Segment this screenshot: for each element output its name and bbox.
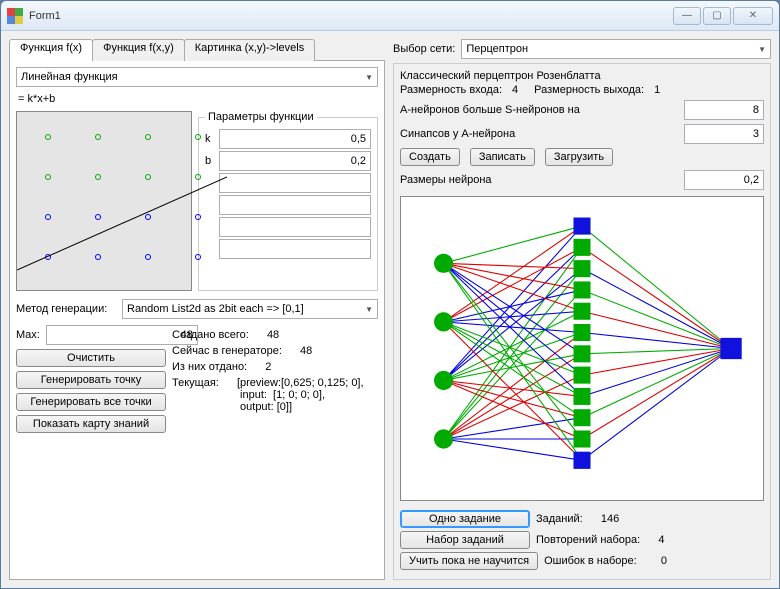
param-empty-input[interactable] bbox=[219, 173, 371, 193]
rep-label: Повторений набора: bbox=[536, 534, 640, 546]
gen-method-label: Метод генерации: bbox=[16, 303, 116, 315]
right-panel: Классический перцептрон Розенблатта Разм… bbox=[393, 63, 771, 580]
create-button[interactable]: Создать bbox=[400, 148, 460, 166]
function-selector-value: Линейная функция bbox=[21, 71, 118, 83]
tab-fx[interactable]: Функция f(x) bbox=[9, 39, 93, 61]
titlebar[interactable]: Form1 — ▢ ✕ bbox=[1, 1, 779, 31]
syn-label: Синапсов у A-нейрона bbox=[400, 128, 674, 140]
tasks-val: 146 bbox=[601, 513, 619, 525]
close-button[interactable]: ✕ bbox=[733, 7, 773, 25]
syn-input[interactable] bbox=[684, 124, 764, 144]
load-button[interactable]: Загрузить bbox=[545, 148, 613, 166]
clear-button[interactable]: Очистить bbox=[16, 349, 166, 367]
rep-val: 4 bbox=[658, 534, 664, 546]
neuron-size-label: Размеры нейрона bbox=[400, 174, 674, 186]
dim-out-val: 1 bbox=[654, 84, 660, 96]
left-panel: Линейная функция ▼ = k*x+b bbox=[9, 60, 385, 580]
a-more-s-input[interactable] bbox=[684, 100, 764, 120]
maximize-button[interactable]: ▢ bbox=[703, 7, 731, 25]
given-val: 2 bbox=[265, 361, 271, 373]
param-empty-input[interactable] bbox=[219, 195, 371, 215]
max-label: Max: bbox=[16, 329, 40, 341]
net-selector[interactable]: Перцептрон ▼ bbox=[461, 39, 771, 59]
show-map-button[interactable]: Показать карту знаний bbox=[16, 415, 166, 433]
dim-in-val: 4 bbox=[512, 84, 518, 96]
cur-val: [preview:[0,625; 0,125; 0], input: [1; 0… bbox=[237, 377, 364, 413]
neuron-size-input[interactable] bbox=[684, 170, 764, 190]
chevron-down-icon: ▼ bbox=[365, 305, 373, 314]
save-button[interactable]: Записать bbox=[470, 148, 535, 166]
dim-in-label: Размерность входа: bbox=[400, 84, 502, 96]
err-val: 0 bbox=[661, 555, 667, 567]
cur-label: Текущая: bbox=[172, 377, 219, 389]
gen-all-button[interactable]: Генерировать все точки bbox=[16, 393, 166, 411]
param-empty-input[interactable] bbox=[219, 217, 371, 237]
tab-fxy[interactable]: Функция f(x,y) bbox=[92, 39, 185, 61]
batch-button[interactable]: Набор заданий bbox=[400, 531, 530, 549]
app-window: Form1 — ▢ ✕ Функция f(x) Функция f(x,y) … bbox=[0, 0, 780, 589]
dim-out-label: Размерность выхода: bbox=[534, 84, 644, 96]
function-selector[interactable]: Линейная функция ▼ bbox=[16, 67, 378, 87]
tab-image[interactable]: Картинка (x,y)->levels bbox=[184, 39, 315, 61]
err-label: Ошибок в наборе: bbox=[544, 555, 637, 567]
given-label: Из них отдано: bbox=[172, 361, 247, 373]
created-label: Создано всего: bbox=[172, 329, 249, 341]
net-select-label: Выбор сети: bbox=[393, 43, 455, 55]
left-column: Функция f(x) Функция f(x,y) Картинка (x,… bbox=[9, 39, 385, 580]
network-diagram bbox=[400, 196, 764, 501]
a-more-s-label: A-нейронов больше S-нейронов на bbox=[400, 104, 674, 116]
gen-method-selector[interactable]: Random List2d as 2bit each => [0,1] ▼ bbox=[122, 299, 378, 319]
one-task-button[interactable]: Одно задание bbox=[400, 510, 530, 528]
function-plot bbox=[16, 111, 192, 291]
window-title: Form1 bbox=[29, 10, 671, 22]
plot-line-svg bbox=[17, 112, 227, 292]
gen-method-value: Random List2d as 2bit each => [0,1] bbox=[127, 303, 304, 315]
gen-point-button[interactable]: Генерировать точку bbox=[16, 371, 166, 389]
tasks-label: Заданий: bbox=[536, 513, 583, 525]
net-header: Классический перцептрон Розенблатта bbox=[400, 70, 764, 82]
minimize-button[interactable]: — bbox=[673, 7, 701, 25]
created-val: 48 bbox=[267, 329, 279, 341]
train-until-button[interactable]: Учить пока не научится bbox=[400, 552, 538, 570]
param-k-input[interactable] bbox=[219, 129, 371, 149]
network-svg bbox=[401, 197, 763, 500]
training-controls: Одно задание Заданий: 146 Набор заданий … bbox=[400, 501, 764, 573]
param-b-input[interactable] bbox=[219, 151, 371, 171]
app-icon bbox=[7, 8, 23, 24]
tabs: Функция f(x) Функция f(x,y) Картинка (x,… bbox=[9, 39, 385, 61]
right-column: Выбор сети: Перцептрон ▼ Классический пе… bbox=[393, 39, 771, 580]
function-formula: = k*x+b bbox=[18, 93, 376, 105]
chevron-down-icon: ▼ bbox=[758, 45, 766, 54]
gen-info: Создано всего: 48 Сейчас в генераторе: 4… bbox=[172, 325, 378, 417]
ingen-val: 48 bbox=[300, 345, 312, 357]
ingen-label: Сейчас в генераторе: bbox=[172, 345, 282, 357]
param-empty-input[interactable] bbox=[219, 239, 371, 259]
plot-and-params: Параметры функции k b bbox=[16, 111, 378, 291]
net-selector-value: Перцептрон bbox=[466, 43, 528, 55]
gen-buttons: Max: Очистить Генерировать точку Генерир… bbox=[16, 325, 166, 433]
chevron-down-icon: ▼ bbox=[365, 73, 373, 82]
content-area: Функция f(x) Функция f(x,y) Картинка (x,… bbox=[1, 31, 779, 588]
